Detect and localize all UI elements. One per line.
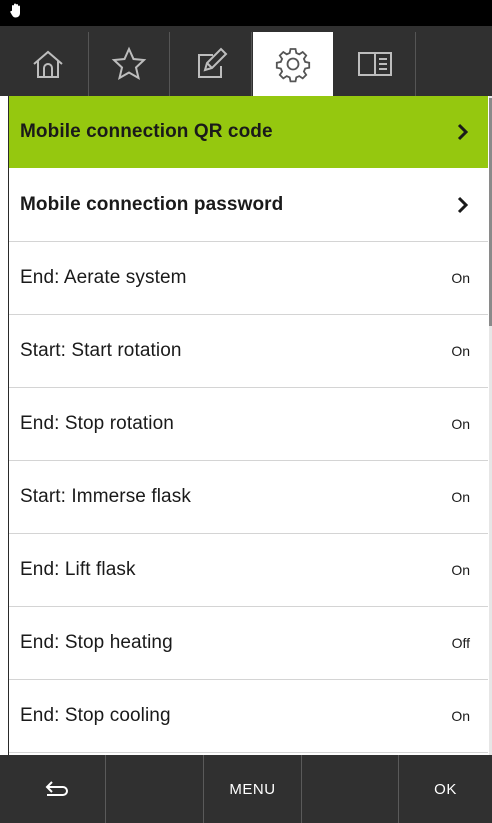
row-label: End: Stop cooling <box>20 705 171 726</box>
tab-bar <box>0 26 492 96</box>
tab-settings[interactable] <box>253 32 333 96</box>
row-aerate-system[interactable]: End: Aerate system On <box>8 242 488 315</box>
row-label: Start: Start rotation <box>20 340 182 361</box>
tab-manual[interactable] <box>335 32 416 96</box>
row-value: On <box>451 708 470 724</box>
row-stop-rotation[interactable]: End: Stop rotation On <box>8 388 488 461</box>
row-value: On <box>451 343 470 359</box>
row-value: Off <box>451 635 470 651</box>
row-label: End: Stop heating <box>20 632 173 653</box>
gear-icon <box>275 48 311 83</box>
chevron-right-icon <box>457 196 469 214</box>
row-value: On <box>451 416 470 432</box>
row-label: End: Lift flask <box>20 559 136 580</box>
row-stop-cooling[interactable]: End: Stop cooling On <box>8 680 488 753</box>
row-stop-heating[interactable]: End: Stop heating Off <box>8 607 488 680</box>
status-bar <box>0 0 492 26</box>
row-value: On <box>451 270 470 286</box>
return-arrow-icon <box>45 781 68 796</box>
row-mobile-password[interactable]: Mobile connection password <box>8 169 488 242</box>
tab-empty <box>416 32 492 96</box>
star-icon <box>111 46 147 81</box>
settings-list: Mobile connection QR code Mobile connect… <box>8 96 488 755</box>
tab-favorites[interactable] <box>89 32 170 96</box>
back-button[interactable] <box>8 755 106 823</box>
softkey-empty-2 <box>302 755 399 823</box>
tab-home[interactable] <box>8 32 89 96</box>
softkey-empty-1 <box>106 755 204 823</box>
home-icon <box>33 50 63 78</box>
tab-edit[interactable] <box>171 32 252 96</box>
row-label: End: Aerate system <box>20 267 187 288</box>
menu-button[interactable]: MENU <box>204 755 302 823</box>
row-value: On <box>451 489 470 505</box>
row-immerse-flask[interactable]: Start: Immerse flask On <box>8 461 488 534</box>
hand-icon <box>10 3 20 18</box>
row-label: End: Stop rotation <box>20 413 174 434</box>
chevron-right-icon <box>457 123 469 141</box>
row-label: Mobile connection password <box>20 194 284 215</box>
edit-icon <box>198 47 228 78</box>
row-lift-flask[interactable]: End: Lift flask On <box>8 534 488 607</box>
row-label: Mobile connection QR code <box>20 121 273 142</box>
book-icon <box>358 52 392 76</box>
ok-button[interactable]: OK <box>399 755 492 823</box>
list-left-border <box>8 96 9 755</box>
left-margin <box>0 96 8 755</box>
row-value: On <box>451 562 470 578</box>
row-label: Start: Immerse flask <box>20 486 191 507</box>
bottom-bar: MENU OK <box>0 755 492 823</box>
row-mobile-qr[interactable]: Mobile connection QR code <box>8 96 488 169</box>
row-start-rotation[interactable]: Start: Start rotation On <box>8 315 488 388</box>
